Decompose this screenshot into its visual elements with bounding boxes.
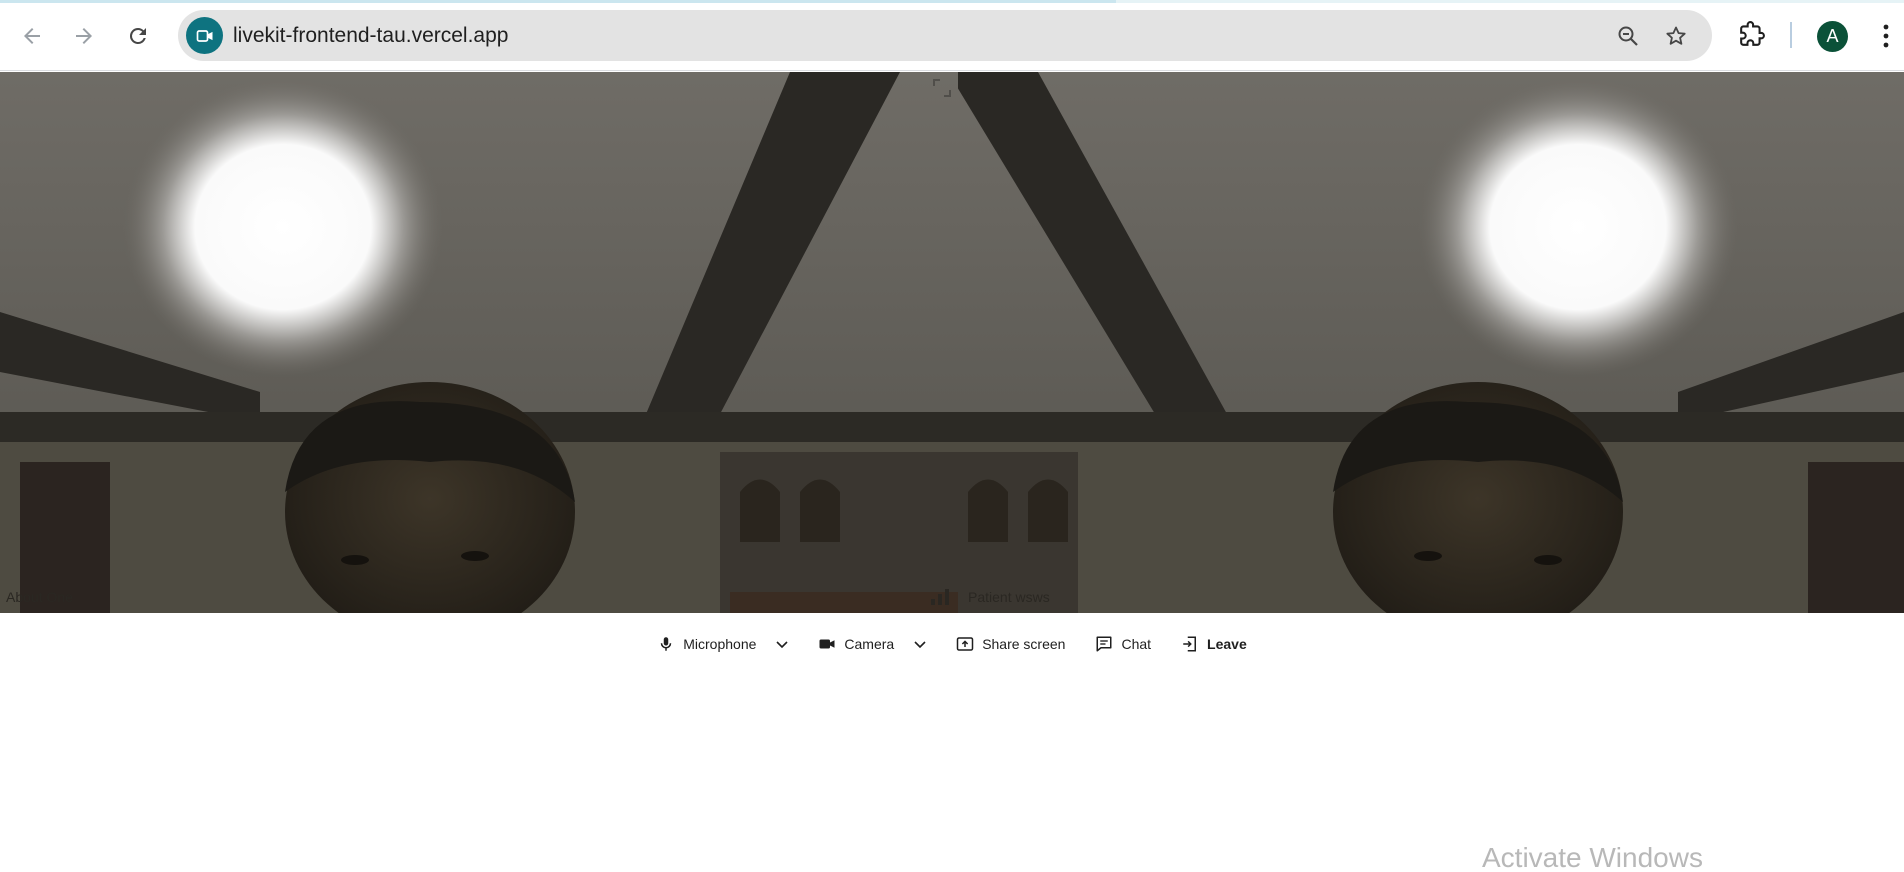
puzzle-icon	[1740, 21, 1765, 46]
profile-avatar[interactable]: A	[1817, 21, 1848, 52]
leave-label: Leave	[1207, 636, 1247, 652]
forward-button[interactable]	[64, 16, 104, 56]
camera-feed	[0, 72, 958, 613]
zoom-button[interactable]	[1614, 22, 1642, 50]
control-bar: Microphone Camera Share screen Chat Leav…	[0, 625, 1904, 663]
expand-icon[interactable]	[930, 76, 954, 100]
bookmark-button[interactable]	[1662, 22, 1690, 50]
participant-tile[interactable]: Patient wsws	[958, 72, 1904, 613]
video-camera-icon	[819, 639, 835, 649]
site-info-button[interactable]	[186, 17, 223, 54]
browser-toolbar: livekit-frontend-tau.vercel.app A	[0, 0, 1904, 71]
chevron-down-icon	[776, 641, 788, 649]
leave-button[interactable]: Leave	[1171, 627, 1257, 661]
chat-icon	[1096, 636, 1112, 652]
star-icon	[1666, 26, 1686, 45]
video-camera-icon	[196, 29, 212, 42]
microphone-label: Microphone	[683, 636, 757, 652]
reload-icon	[129, 27, 146, 44]
participant-name: Patient wsws	[968, 589, 1050, 605]
page-load-track	[1116, 0, 1904, 3]
back-button[interactable]	[12, 16, 52, 56]
participant-name: About One	[6, 589, 73, 605]
camera-control: Camera	[808, 627, 936, 661]
camera-device-menu-button[interactable]	[904, 627, 936, 661]
extensions-button[interactable]	[1736, 18, 1768, 50]
browser-menu-button[interactable]	[1876, 18, 1896, 54]
participant-tile[interactable]: About One	[0, 72, 958, 613]
arrow-right-icon	[76, 28, 92, 44]
arrow-left-icon	[24, 28, 40, 44]
share-screen-icon	[956, 637, 974, 651]
microphone-icon	[660, 637, 672, 651]
camera-feed	[958, 72, 1904, 613]
url-text[interactable]: livekit-frontend-tau.vercel.app	[233, 24, 508, 48]
page-load-indicator	[0, 0, 1116, 3]
more-vertical-icon	[1883, 24, 1889, 48]
zoom-out-icon	[1618, 26, 1638, 46]
chat-label: Chat	[1121, 636, 1152, 652]
chevron-down-icon	[914, 641, 926, 649]
toolbar-divider	[1790, 22, 1792, 48]
activate-windows-watermark: Activate Windows	[1482, 842, 1703, 872]
profile-initial: A	[1826, 26, 1839, 46]
camera-button[interactable]: Camera	[808, 627, 904, 661]
share-screen-button[interactable]: Share screen	[946, 627, 1075, 661]
leave-icon	[1183, 636, 1197, 652]
address-bar[interactable]: livekit-frontend-tau.vercel.app	[178, 10, 1712, 61]
microphone-device-menu-button[interactable]	[766, 627, 798, 661]
microphone-button[interactable]: Microphone	[647, 627, 766, 661]
microphone-control: Microphone	[647, 627, 798, 661]
chat-button[interactable]: Chat	[1085, 627, 1161, 661]
share-screen-label: Share screen	[982, 636, 1066, 652]
connection-quality-icon	[931, 589, 949, 605]
video-grid: About One Patient wsws	[0, 72, 1904, 613]
camera-label: Camera	[844, 636, 895, 652]
reload-button[interactable]	[118, 16, 158, 56]
